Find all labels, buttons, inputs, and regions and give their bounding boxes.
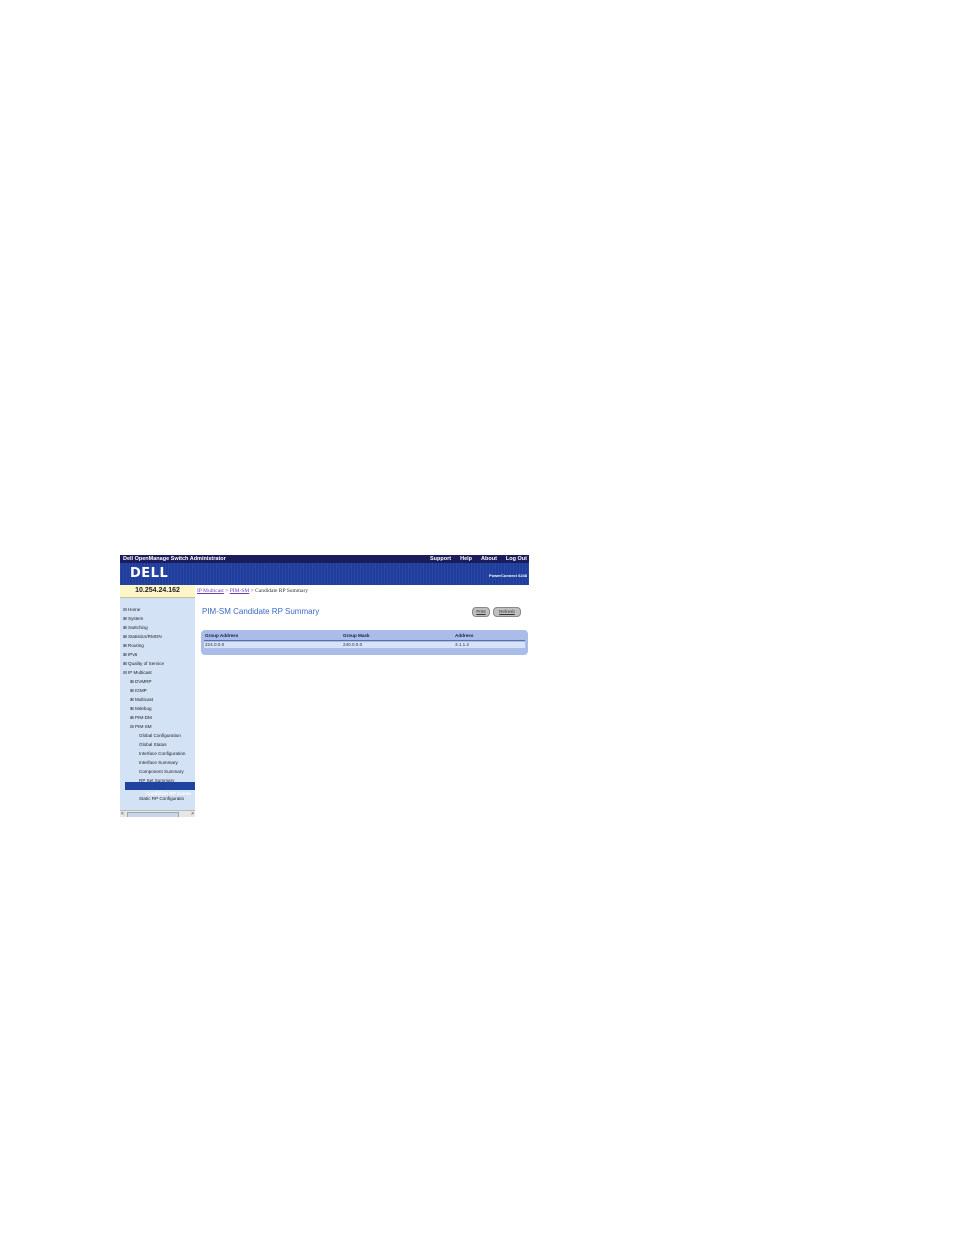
logout-link[interactable]: Log Out <box>506 555 527 563</box>
sidebar-item-label: Multicast <box>135 697 154 702</box>
about-link[interactable]: About <box>481 555 497 563</box>
support-link[interactable]: Support <box>430 555 451 563</box>
sidebar-item-label: IPv6 <box>128 652 138 657</box>
scroll-right-icon[interactable]: > <box>191 811 194 817</box>
page-title: PIM-SM Candidate RP Summary <box>202 607 320 616</box>
sidebar-item-label: Static RP Configuratio <box>139 796 185 801</box>
sidebar-item-global-configuration[interactable]: Global Configuration <box>123 731 185 740</box>
breadcrumb-ip-multicast[interactable]: IP Multicast <box>197 588 224 594</box>
sidebar-item-interface-summary[interactable]: Interface Summary <box>123 758 185 767</box>
sidebar-item-interface-configuration[interactable]: Interface Configuration <box>123 749 185 758</box>
dell-logo: DELL <box>130 566 169 581</box>
sidebar-item-label: PIM-DM <box>135 715 152 720</box>
sidebar-item-pim-sm[interactable]: ⊟PIM-SM <box>123 722 185 731</box>
sidebar-item-label: Switching <box>128 625 148 630</box>
sidebar-item-label: Statistics/RMON <box>128 634 162 639</box>
sidebar-item-component-summary[interactable]: Component Summary <box>123 767 185 776</box>
sidebar-item-label: DVMRP <box>135 679 152 684</box>
sidebar-item-dvmrp[interactable]: ⊞DVMRP <box>123 677 185 686</box>
sidebar-item-pim-dm[interactable]: ⊞PIM-DM <box>123 713 185 722</box>
sidebar-item-label: Home <box>128 607 141 612</box>
sidebar-item-label: Component Summary <box>139 769 184 774</box>
sidebar-item-routing[interactable]: ⊞Routing <box>123 641 185 650</box>
sidebar-item-label: Candidate RP Summ <box>146 791 192 796</box>
sidebar-item-qos[interactable]: ⊞Quality of Service <box>123 659 185 668</box>
cell-group-address: 224.0.0.0 <box>205 642 225 647</box>
sidebar-item-label: Global Configuration <box>139 733 181 738</box>
sidebar-item-home[interactable]: ⊟Home <box>123 605 185 614</box>
top-bar: Dell OpenManage Switch Administrator Sup… <box>120 555 529 563</box>
sidebar-item-ip-multicast[interactable]: ⊟IP Multicast <box>123 668 185 677</box>
screenshot-frame: Dell OpenManage Switch Administrator Sup… <box>120 555 529 817</box>
sidebar-item-label: Routing <box>128 643 144 648</box>
sidebar-item-label: Interface Configuration <box>139 751 186 756</box>
sidebar-item-label: Global Status <box>139 742 167 747</box>
breadcrumb-pim-sm[interactable]: PIM-SM <box>230 588 250 594</box>
sidebar-item-switching[interactable]: ⊞Switching <box>123 623 185 632</box>
sidebar-item-label: Quality of Service <box>128 661 164 666</box>
sidebar-item-system[interactable]: ⊞System <box>123 614 185 623</box>
sidebar-item-statistics[interactable]: ⊞Statistics/RMON <box>123 632 185 641</box>
sidebar-item-label: System <box>128 616 144 621</box>
refresh-button[interactable]: Refresh <box>493 607 521 617</box>
cell-group-mask: 240.0.0.0 <box>343 642 363 647</box>
product-name: PowerConnect 6248 <box>488 573 527 578</box>
sidebar-item-global-status[interactable]: Global Status <box>123 740 185 749</box>
scroll-left-icon[interactable]: < <box>121 811 124 817</box>
sidebar-item-label: IP Multicast <box>128 670 152 675</box>
breadcrumb: IP Multicast > PIM-SM > Candidate RP Sum… <box>195 585 308 597</box>
sidebar-item-label: Interface Summary <box>139 760 178 765</box>
print-button[interactable]: Print <box>472 607 490 617</box>
column-header-group-address: Group Address <box>205 633 239 638</box>
app-title: Dell OpenManage Switch Administrator <box>123 556 226 562</box>
sidebar-item-mdebug[interactable]: ⊞Mdebug <box>123 704 185 713</box>
sidebar-item-label: PIM-SM <box>135 724 152 729</box>
ip-address: 10.254.24.162 <box>120 585 195 598</box>
scroll-thumb[interactable] <box>127 812 179 817</box>
sidebar-item-label: IGMP <box>135 688 147 693</box>
table-header: Group Address Group Mask Address <box>204 633 525 639</box>
summary-table: Group Address Group Mask Address 224.0.0… <box>201 630 528 655</box>
table-row: 224.0.0.0 240.0.0.0 3.1.1.2 <box>204 642 525 648</box>
header-divider <box>204 640 525 641</box>
sidebar-item-candidate-rp-summary[interactable]: Candidate RP Summ <box>125 782 195 796</box>
top-links: Support Help About Log Out <box>421 555 527 563</box>
column-header-group-mask: Group Mask <box>343 633 370 638</box>
help-link[interactable]: Help <box>460 555 472 563</box>
banner: DELL PowerConnect 6248 <box>120 563 529 585</box>
sidebar-item-multicast[interactable]: ⊞Multicast <box>123 695 185 704</box>
column-header-address: Address <box>455 633 474 638</box>
breadcrumb-current: Candidate RP Summary <box>255 588 309 594</box>
sidebar-item-label: Mdebug <box>135 706 152 711</box>
nav-tree: ⊟Home ⊞System ⊞Switching ⊞Statistics/RMO… <box>123 605 185 803</box>
sidebar-item-ipv6[interactable]: ⊞IPv6 <box>123 650 185 659</box>
sidebar-item-igmp[interactable]: ⊞IGMP <box>123 686 185 695</box>
sidebar: ⊟Home ⊞System ⊞Switching ⊞Statistics/RMO… <box>120 598 195 817</box>
horizontal-scrollbar[interactable]: < > <box>120 810 195 817</box>
cell-address: 3.1.1.2 <box>455 642 470 647</box>
